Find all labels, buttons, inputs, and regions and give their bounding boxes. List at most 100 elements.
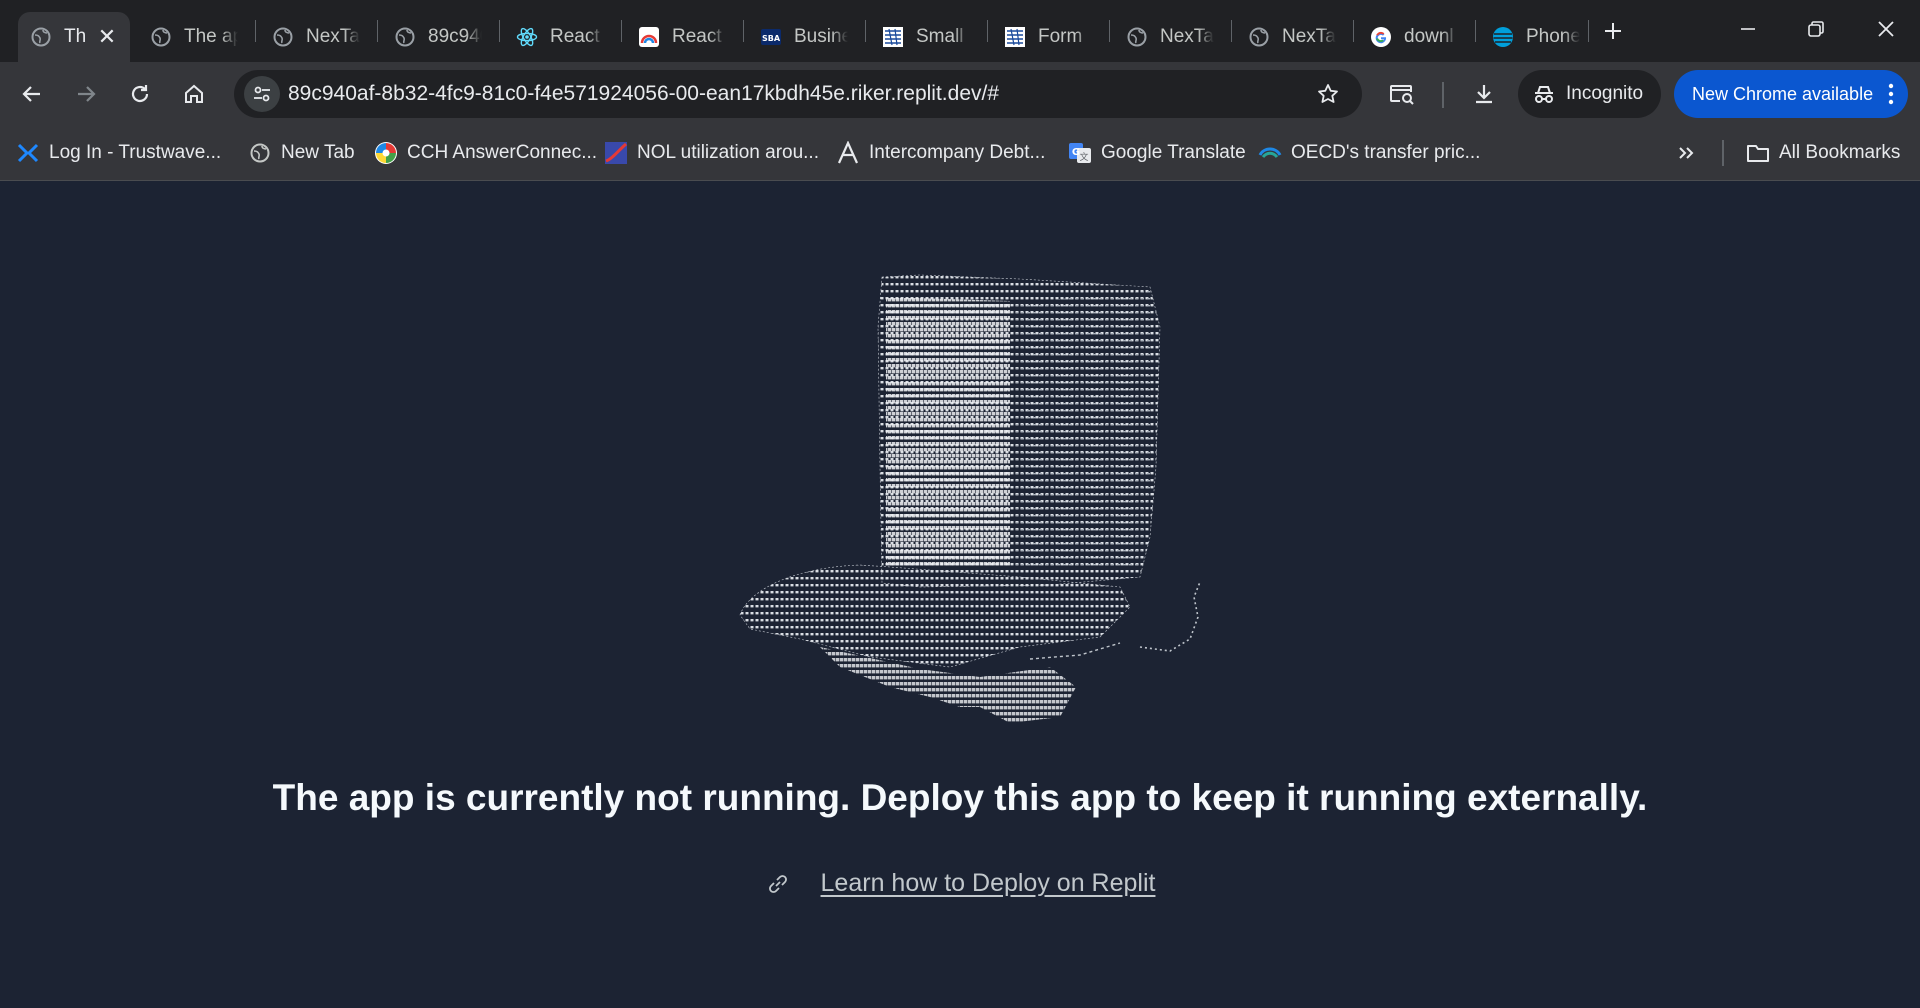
tab-title: Form — [1038, 26, 1083, 47]
tab-title: 89c940 — [428, 26, 482, 47]
tab[interactable]: React — [626, 12, 738, 62]
tab-separator — [1353, 20, 1354, 42]
tab-separator — [377, 20, 378, 42]
chevron-double-right-icon — [1679, 147, 1694, 159]
address-bar[interactable]: 89c940af-8b32-4fc9-81c0-f4e571924056-00-… — [234, 70, 1362, 118]
tab[interactable]: NexTa — [1114, 12, 1226, 62]
bookmark-star-button[interactable] — [1314, 80, 1342, 108]
bookmark-item[interactable]: CCH AnswerConnec... — [374, 135, 597, 171]
tab[interactable]: Form — [992, 12, 1104, 62]
translate-icon: G文 — [1068, 141, 1092, 165]
globe-icon — [30, 26, 52, 48]
deploy-link-row: Learn how to Deploy on Replit — [0, 869, 1920, 898]
forward-button[interactable] — [66, 74, 106, 114]
irs-icon — [882, 26, 904, 48]
downloads-button[interactable] — [1464, 74, 1504, 114]
all-bookmarks-button[interactable]: All Bookmarks — [1746, 135, 1900, 171]
hat-side — [1016, 291, 1154, 567]
tab-separator — [865, 20, 866, 42]
tab-title: NexTa — [1282, 26, 1336, 47]
hat-wand — [1139, 581, 1201, 652]
tab[interactable]: SBA Busine — [748, 12, 860, 62]
tab[interactable]: Small — [870, 12, 982, 62]
hat-front-panel — [886, 297, 1010, 567]
plus-icon — [1605, 23, 1621, 39]
tune-icon — [254, 86, 270, 102]
tab-title: NexTa — [1160, 26, 1214, 47]
close-tab-icon[interactable]: ✕ — [96, 24, 118, 50]
incognito-label: Incognito — [1566, 83, 1644, 104]
tab-active[interactable]: Th ✕ — [18, 12, 130, 62]
more-bookmarks-button[interactable] — [1676, 135, 1696, 171]
irs-icon — [1004, 26, 1026, 48]
oecd-icon — [1258, 141, 1282, 165]
tab-strip: Th ✕ The app NexTab 89c940 React React S… — [0, 0, 1920, 62]
tab-separator — [1588, 20, 1589, 42]
download-icon — [1476, 85, 1492, 104]
new-chrome-available-button[interactable]: New Chrome available — [1674, 70, 1908, 118]
bookmark-item[interactable]: NOL utilization arou... — [604, 135, 819, 171]
bookmark-label: New Tab — [281, 142, 355, 163]
tab-separator — [743, 20, 744, 42]
att-icon — [1492, 26, 1514, 48]
tab[interactable]: React — [504, 12, 616, 62]
bookmark-item[interactable]: Intercompany Debt... — [836, 135, 1045, 171]
globe-icon — [394, 26, 416, 48]
learn-deploy-link[interactable]: Learn how to Deploy on Replit — [821, 869, 1156, 898]
tab-title: The app — [184, 26, 238, 47]
tab[interactable]: NexTa — [1236, 12, 1348, 62]
cast-search-button[interactable] — [1382, 74, 1422, 114]
top-hat-illustration — [739, 274, 1201, 723]
incognito-button[interactable]: Incognito — [1518, 70, 1662, 118]
tab[interactable]: The app — [138, 12, 250, 62]
trustwave-icon — [16, 141, 40, 165]
back-button[interactable] — [12, 74, 52, 114]
tab-title: Th — [64, 26, 87, 47]
bookmark-item[interactable]: OECD's transfer pric... — [1258, 135, 1480, 171]
bookmark-label: CCH AnswerConnec... — [407, 142, 598, 163]
bookmark-item[interactable]: New Tab — [248, 135, 355, 171]
home-icon — [185, 84, 203, 103]
arrow-right-icon — [78, 86, 96, 102]
bookmark-label: Google Translate — [1101, 142, 1246, 163]
tab[interactable]: 89c940 — [382, 12, 494, 62]
tab-title: Small — [916, 26, 964, 47]
home-button[interactable] — [174, 74, 214, 114]
url-text[interactable]: 89c940af-8b32-4fc9-81c0-f4e571924056-00-… — [288, 82, 999, 106]
tab-separator — [1475, 20, 1476, 42]
bookmarks-bar: Log In - Trustwave... New Tab CCH Answer… — [0, 126, 1920, 181]
svg-text:SBA: SBA — [762, 34, 781, 43]
bookmark-label: OECD's transfer pric... — [1291, 142, 1481, 163]
all-bookmarks-label: All Bookmarks — [1779, 142, 1901, 163]
globe-icon — [150, 26, 172, 48]
tab-separator — [987, 20, 988, 42]
bookmark-label: NOL utilization arou... — [637, 142, 819, 163]
letter-a-icon — [836, 141, 860, 165]
tab[interactable]: downl — [1358, 12, 1470, 62]
close-window-button[interactable] — [1858, 6, 1914, 52]
tab-separator — [1109, 20, 1110, 42]
bookmarks-divider — [1722, 140, 1724, 166]
tab-title: React — [672, 26, 722, 47]
tab-separator — [621, 20, 622, 42]
tab-separator — [499, 20, 500, 42]
tab[interactable]: NexTab — [260, 12, 372, 62]
site-info-button[interactable] — [244, 76, 280, 112]
arrow-left-icon — [22, 86, 40, 102]
tab-separator — [255, 20, 256, 42]
reload-button[interactable] — [120, 74, 160, 114]
restore-button[interactable] — [1788, 6, 1844, 52]
tab[interactable]: Phone — [1480, 12, 1592, 62]
close-icon — [1878, 21, 1894, 37]
tab-title: Busine — [794, 26, 848, 47]
update-label: New Chrome available — [1692, 83, 1874, 104]
bookmark-item[interactable]: G文 Google Translate — [1068, 135, 1246, 171]
search-window-icon — [1390, 85, 1414, 105]
bookmark-label: Log In - Trustwave... — [49, 142, 222, 163]
tab-title: NexTab — [306, 26, 360, 47]
new-tab-button[interactable] — [1596, 14, 1630, 48]
bookmark-item[interactable]: Log In - Trustwave... — [16, 135, 221, 171]
react-icon — [516, 26, 538, 48]
incognito-icon — [1535, 86, 1553, 103]
minimize-button[interactable] — [1720, 6, 1776, 52]
